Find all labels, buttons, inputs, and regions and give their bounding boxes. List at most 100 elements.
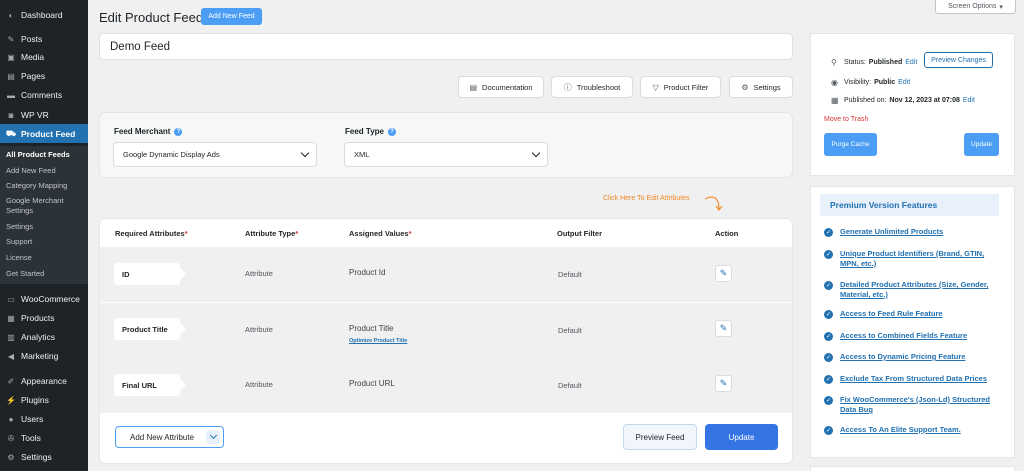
sidebar-item-tools[interactable]: ✇ Tools: [0, 429, 88, 447]
premium-feature-link[interactable]: Access to Feed Rule Feature: [840, 309, 943, 319]
sidebar-item-dashboard[interactable]: ◐ Dashboard: [0, 6, 88, 24]
edit-pencil-icon[interactable]: ✎: [715, 375, 732, 392]
submenu-license[interactable]: License: [6, 253, 32, 262]
sidebar-item-pages[interactable]: ▤ Pages: [0, 67, 88, 85]
submenu-all-product-feeds[interactable]: All Product Feeds: [6, 150, 70, 159]
sidebar-item-users[interactable]: ● Users: [0, 410, 88, 428]
premium-feature-link[interactable]: Unique Product Identifiers (Brand, GTIN,…: [840, 249, 1004, 269]
wrench-icon: ✇: [7, 433, 15, 443]
submenu-settings[interactable]: Settings: [6, 222, 33, 231]
feed-name-input[interactable]: Demo Feed: [99, 33, 793, 60]
sidebar-item-comments[interactable]: ▬ Comments: [0, 86, 88, 104]
output-filter-cell: Default: [558, 381, 582, 390]
assigned-value-cell: Product URL: [349, 379, 395, 388]
cart-icon: ⛟: [5, 128, 17, 138]
th-assigned-values-label: Assigned Values: [349, 229, 409, 238]
sidebar-item-label: Comments: [21, 90, 63, 100]
purge-cache-button[interactable]: Purge Cache: [824, 133, 877, 156]
publish-update-button[interactable]: Update: [964, 133, 999, 156]
premium-feature-link[interactable]: Access to Dynamic Pricing Feature: [840, 352, 965, 362]
preview-changes-button[interactable]: Preview Changes: [924, 52, 993, 68]
sidebar-item-woocommerce[interactable]: ▭ WooCommerce: [0, 290, 88, 308]
assigned-value-cell: Product Id: [349, 268, 386, 277]
product-filter-button[interactable]: ▽ Product Filter: [640, 76, 721, 98]
sidebar-item-label: Product Feed: [21, 128, 76, 139]
feed-type-value: XML: [354, 150, 370, 159]
check-circle-icon: ✓: [824, 375, 833, 384]
add-new-attribute-button[interactable]: Add New Attribute: [115, 426, 224, 448]
premium-feature-link[interactable]: Access to Combined Fields Feature: [840, 331, 967, 341]
status-edit-link[interactable]: Edit: [905, 59, 917, 66]
th-action: Action: [715, 229, 739, 238]
edit-pencil-icon[interactable]: ✎: [715, 265, 732, 282]
check-circle-icon: ✓: [824, 228, 833, 237]
preview-feed-button[interactable]: Preview Feed: [623, 424, 697, 450]
submenu-google-merchant-settings[interactable]: Settings: [6, 206, 33, 215]
sidebar-item-label: WP VR: [21, 110, 49, 120]
visibility-label: Visibility:: [844, 79, 872, 86]
feed-merchant-value: Google Dynamic Display Ads: [123, 150, 220, 159]
feed-merchant-select[interactable]: Google Dynamic Display Ads: [113, 142, 317, 167]
sidebar-item-label: Appearance: [21, 376, 67, 386]
submenu-category-mapping[interactable]: Category Mapping: [6, 181, 67, 190]
premium-feature-item[interactable]: ✓ Access to Feed Rule Feature: [824, 309, 1004, 319]
optimize-product-title-link[interactable]: Optimize Product Title: [349, 338, 407, 344]
move-to-trash-link[interactable]: Move to Trash: [824, 116, 868, 123]
feed-type-select[interactable]: XML: [344, 142, 548, 167]
help-icon[interactable]: ?: [174, 127, 183, 136]
attribute-type-cell: Attribute: [245, 325, 273, 334]
visibility-edit-link[interactable]: Edit: [898, 79, 910, 86]
edit-pencil-icon[interactable]: ✎: [715, 320, 732, 337]
premium-feature-item[interactable]: ✓ Generate Unlimited Products: [824, 227, 1004, 237]
premium-feature-item[interactable]: ✓ Access to Dynamic Pricing Feature: [824, 352, 1004, 362]
settings-button[interactable]: ⚙ Settings: [729, 76, 793, 98]
sidebar-item-products[interactable]: ▦ Products: [0, 309, 88, 327]
premium-feature-link[interactable]: Detailed Product Attributes (Size, Gende…: [840, 280, 1004, 300]
sidebar-item-product-feed[interactable]: ⛟ Product Feed: [0, 124, 94, 143]
update-button[interactable]: Update: [705, 424, 778, 450]
caret-down-icon: ▾: [999, 3, 1003, 11]
screen-options-button[interactable]: Screen Options ▾: [935, 0, 1016, 14]
premium-feature-link[interactable]: Exclude Tax From Structured Data Prices: [840, 374, 987, 384]
pin-icon: ⚲: [831, 58, 837, 67]
submenu-google-merchant[interactable]: Google Merchant: [6, 196, 64, 205]
status-line: ⚲ Status: Published Edit: [831, 58, 917, 67]
table-row: [100, 247, 792, 302]
sidebar-item-settings[interactable]: ⚙ Settings: [0, 448, 88, 466]
sidebar-item-posts[interactable]: ✎ Posts: [0, 30, 88, 48]
sidebar-item-label: Plugins: [21, 395, 49, 405]
premium-feature-item[interactable]: ✓ Fix WooCommerce's (Json-Ld) Structured …: [824, 395, 1004, 415]
premium-feature-link[interactable]: Access To An Elite Support Team.: [840, 425, 961, 435]
premium-feature-item[interactable]: ✓ Access To An Elite Support Team.: [824, 425, 1004, 435]
premium-feature-link[interactable]: Fix WooCommerce's (Json-Ld) Structured D…: [840, 395, 1004, 415]
premium-feature-item[interactable]: ✓ Exclude Tax From Structured Data Prices: [824, 374, 1004, 384]
chevron-down-icon[interactable]: [206, 430, 220, 444]
edit-attributes-hint: Click Here To Edit Attributes: [603, 195, 690, 202]
sidebar-item-analytics[interactable]: ▥ Analytics: [0, 328, 88, 346]
submenu-get-started[interactable]: Get Started: [6, 269, 44, 278]
premium-feature-item[interactable]: ✓ Unique Product Identifiers (Brand, GTIN…: [824, 249, 1004, 269]
published-edit-link[interactable]: Edit: [963, 97, 975, 104]
help-icon[interactable]: ?: [387, 127, 396, 136]
visibility-value: Public: [874, 79, 896, 86]
sidebar-item-marketing[interactable]: ◀ Marketing: [0, 347, 88, 365]
attribute-type-cell: Attribute: [245, 380, 273, 389]
next-sidebar-box: [810, 466, 1015, 471]
sidebar-item-appearance[interactable]: ✐ Appearance: [0, 372, 88, 390]
premium-feature-link[interactable]: Generate Unlimited Products: [840, 227, 943, 237]
add-new-feed-button[interactable]: Add New Feed: [201, 8, 262, 25]
sidebar-item-wp-vr[interactable]: ◙ WP VR: [0, 106, 88, 124]
calendar-icon: ▦: [831, 96, 839, 105]
feed-merchant-label: Feed Merchant?: [114, 127, 183, 136]
assigned-value-cell: Product Title: [349, 324, 394, 333]
premium-feature-item[interactable]: ✓ Detailed Product Attributes (Size, Gend…: [824, 280, 1004, 300]
sidebar-item-media[interactable]: ▣ Media: [0, 48, 88, 66]
submenu-support[interactable]: Support: [6, 237, 32, 246]
documentation-button[interactable]: ▤ Documentation: [458, 76, 544, 98]
premium-feature-item[interactable]: ✓ Access to Combined Fields Feature: [824, 331, 1004, 341]
troubleshoot-button[interactable]: ⓘ Troubleshoot: [551, 76, 633, 98]
submenu-add-new-feed[interactable]: Add New Feed: [6, 166, 56, 175]
published-on-line: ▦ Published on: Nov 12, 2023 at 07:08 Ed…: [831, 96, 975, 105]
sidebar-item-plugins[interactable]: ⚡ Plugins: [0, 391, 88, 409]
curved-arrow-icon: [704, 196, 723, 211]
